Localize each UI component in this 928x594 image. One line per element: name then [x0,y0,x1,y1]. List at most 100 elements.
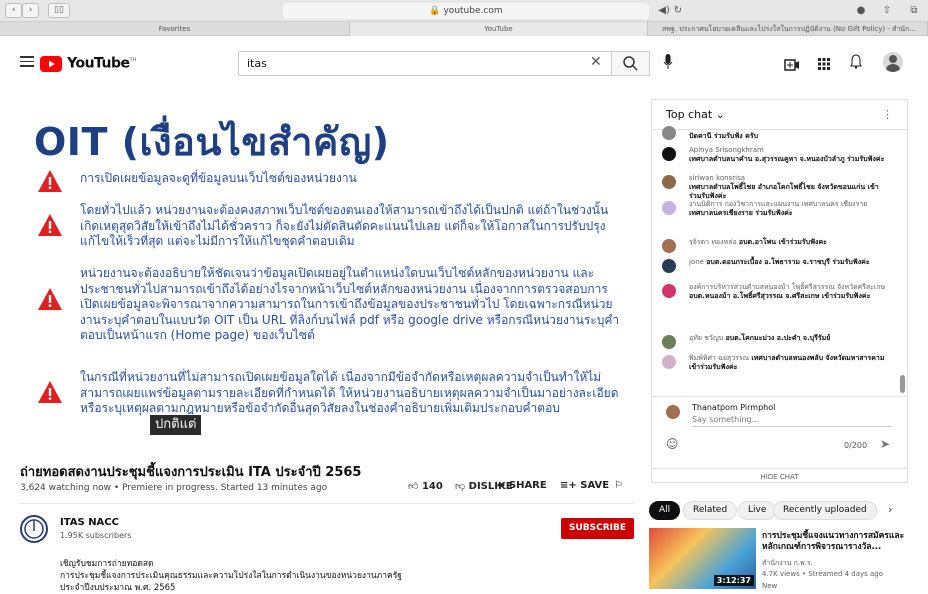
slide-item-4: ในกรณีที่หน่วยงานที่ไม่สามารถเปิดเผยข้อม… [80,370,619,415]
related-channel: สำนักงาน ก.พ.ร. [762,559,813,567]
chat-input[interactable]: Say something... [692,415,892,427]
slide-item-2: โดยทั่วไปแล้ว หน่วยงานจะต้องคงสภาพเว็บไซ… [80,203,609,248]
more-options-icon[interactable]: ⋮ [882,100,893,130]
chevron-right-icon[interactable]: › [888,503,892,516]
like-button[interactable]: 👍︎ 140 [408,480,443,492]
clear-search-icon[interactable]: ✕ [590,54,602,70]
user-name: องค์การบริหารส่วนตำบลหนองม้า โพธิ์ศรีสุว… [689,283,886,291]
user-avatar [662,126,676,140]
user-avatar [662,355,676,369]
channel-name[interactable]: ITAS NACC [60,517,119,528]
menu-icon[interactable] [20,56,34,70]
user-avatar [662,175,676,189]
notifications-icon[interactable] [850,54,862,73]
address-text: youtube.com [443,6,503,16]
logo-text: YouTube [67,55,130,72]
message-text: อบต.โคกมะม่วง อ.ปะคำ จ.บุรีรัมย์ [725,334,831,342]
user-name: Apinya Srisongkhram [689,146,764,154]
related-thumbnail[interactable]: 3:12:37 [649,528,756,589]
user-name: งานนิติการ กองวิชาการและแผนงาน เทศบาลนคร… [689,200,868,208]
playlist-add-icon: ≡+ [560,480,577,491]
chip-live[interactable]: Live [738,501,777,520]
extension-icon[interactable]: ● [852,3,870,18]
share-icon[interactable]: ⇧ [878,3,896,18]
user-name: อุทัย ชวัญบ [689,334,724,342]
chat-input-area: Thanatpom Pirmphol Say something... ☺ 0/… [652,396,907,468]
share-arrow-icon: ➦ [497,480,506,491]
thumbs-down-icon: 👎︎ [455,481,466,492]
search-input[interactable]: itas [238,51,612,76]
input-user-name: Thanatpom Pirmphol [692,403,776,412]
logo-country: TH [129,57,137,64]
mic-icon[interactable] [663,54,673,74]
warning-icon [38,170,62,192]
user-avatar [662,284,676,298]
warning-icon [38,214,62,236]
description-line: ประจำปีงบประมาณ พ.ศ. 2565 [60,583,176,593]
hide-chat-button[interactable]: HIDE CHAT [652,468,907,484]
related-title[interactable]: การประชุมชี้แจงแนวทางการสมัครและหลักเกณฑ… [762,531,912,553]
subscribe-button[interactable]: SUBSCRIBE [561,518,634,539]
youtube-header: YouTubeTH itas ✕ [0,37,928,89]
chip-related[interactable]: Related [683,501,738,520]
tab-favorites[interactable]: Favorites [0,22,350,36]
like-count: 140 [421,481,443,492]
chat-header: Top chat ⌄ ⋮ [652,100,907,130]
tab-policy[interactable]: สพฐ. ประกาศนโยบายเคลีนและไปร่งใสในการปฏิ… [648,22,928,36]
user-name: พิมพ์ทิศา ฉยสุวรรณ [689,354,750,362]
user-name: jone [689,258,704,266]
user-avatar [666,405,680,419]
thumbs-up-icon: 👍︎ [408,481,419,492]
message-text: อบต.หนองม้า อ.โพธิ์ศรีสุวรรณ จ.ศรีสะเกษ … [689,292,871,300]
video-title: ถ่ายทอดสดงานประชุมชี้แจงการประเมิน ITA ป… [20,465,362,480]
warning-icon [38,288,62,310]
slide-title: OIT (เงื่อนไขสำคัญ) [34,120,390,164]
slide-item-3: หน่วยงานจะต้องอธิบายให้ชัดเจนว่าข้อมูลเป… [80,266,620,342]
report-flag-icon[interactable]: ⚐ [614,480,623,491]
emoji-icon[interactable]: ☺ [666,437,679,451]
reload-icon[interactable]: ↻ [669,3,687,18]
video-meta: 3,624 watching now • Premiere in progres… [20,483,328,493]
message-text: เทศบาลตำบลนาคำน อ.สุวรรณคูหา จ.หนองบัวลำ… [689,155,885,163]
browser-toolbar: ‹ › ▯▯ 🔒 youtube.com ◀) ↻ ● ⇧ ⧉ [0,0,928,22]
send-icon[interactable]: ➤ [880,437,890,451]
chat-mode-dropdown[interactable]: Top chat ⌄ [666,108,725,121]
tab-bar: Favorites YouTube สพฐ. ประกาศนโยบายเคลีน… [0,22,928,36]
tabs-icon[interactable]: ⧉ [905,3,923,18]
video-player[interactable]: OIT (เงื่อนไขสำคัญ) การเปิดเผยข้อมูลจะดู… [20,99,634,447]
warning-icon [38,381,62,403]
share-label: SHARE [508,480,547,491]
chip-recently-uploaded[interactable]: Recently uploaded [773,501,877,520]
user-avatar [662,147,676,161]
save-button[interactable]: ≡+ SAVE [560,480,609,491]
chip-all[interactable]: All [649,501,681,520]
user-avatar [662,335,676,349]
chat-scrollbar[interactable] [900,375,905,393]
chevron-down-icon: ⌄ [715,108,725,121]
tab-youtube[interactable]: YouTube [350,22,648,36]
youtube-logo[interactable]: YouTubeTH [40,53,136,73]
message-text: ปัดคานี ร่วมรับฟัง ครับ [689,132,759,140]
char-counter: 0/200 [844,441,868,450]
search-button[interactable] [612,51,650,76]
message-text: เทศบาลตำบลโพธิ์ไชย อำเภอโคกโพธิ์ไชย จังห… [689,183,879,200]
caption-overlay: ปกติแต่ [150,415,202,435]
user-name: รุจิรดา ทองหล่อ [689,238,737,246]
apps-icon[interactable] [818,55,830,74]
message-text: อบต.อาโพน เข้าร่วมรับฟังคะ [738,238,827,246]
divider [20,503,634,504]
search-icon [623,56,638,71]
avatar[interactable] [883,52,903,72]
user-avatar [662,239,676,253]
create-video-icon[interactable] [784,56,800,75]
duration-badge: 3:12:37 [713,575,754,586]
live-chat: Top chat ⌄ ⋮ ปัดคานี ร่วมรับฟัง ครับ Api… [651,99,908,483]
sidebar-toggle-icon[interactable]: ▯▯ [48,3,70,18]
channel-avatar[interactable] [20,515,48,543]
back-button[interactable]: ‹ [5,3,22,18]
share-button[interactable]: ➦ SHARE [497,480,547,491]
forward-button[interactable]: › [22,3,39,18]
address-bar[interactable]: 🔒 youtube.com [283,3,649,19]
save-label: SAVE [580,480,610,491]
user-avatar [662,259,676,273]
